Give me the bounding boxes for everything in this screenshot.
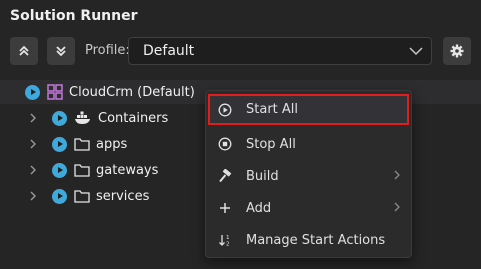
menu-item-label: Manage Start Actions (246, 232, 386, 248)
tree-item-label: services (96, 188, 150, 204)
tree-root-label: CloudCrm (Default) (69, 84, 195, 100)
chevron-down-icon (409, 47, 423, 56)
panel-title: Solution Runner (10, 8, 138, 24)
chevron-right-icon (394, 170, 400, 180)
svg-text:1: 1 (226, 235, 230, 241)
folder-icon (74, 190, 90, 203)
docker-icon (75, 111, 90, 124)
menu-item-stop-all[interactable]: Stop All (206, 128, 411, 160)
svg-text:2: 2 (226, 242, 230, 248)
plus-icon (220, 203, 230, 213)
menu-item-start-all[interactable]: Start All (208, 94, 409, 125)
chevron-right-icon[interactable] (27, 138, 39, 150)
tree-item-label: Containers (98, 110, 169, 126)
context-menu: Start All Stop All Build Add 1 2 Manage … (205, 90, 412, 258)
chevron-right-icon[interactable] (27, 112, 39, 124)
tree-item-label: gateways (96, 162, 159, 178)
play-icon[interactable] (52, 110, 67, 126)
profile-value: Default (143, 43, 195, 59)
collapse-all-button[interactable] (10, 37, 38, 65)
menu-item-add[interactable]: Add (206, 192, 411, 224)
menu-item-label: Stop All (246, 136, 296, 152)
play-icon[interactable] (52, 162, 67, 178)
chevrons-up-icon (19, 45, 29, 56)
chevron-right-icon[interactable] (27, 164, 39, 176)
profile-label: Profile: (85, 43, 130, 58)
chevron-right-icon[interactable] (27, 190, 39, 202)
menu-item-label: Start All (246, 102, 299, 117)
folder-icon (74, 164, 90, 177)
solution-icon (47, 84, 63, 100)
chevron-right-icon (394, 202, 400, 212)
toolbar: Profile: Default (10, 37, 472, 67)
menu-item-label: Build (246, 168, 279, 184)
hammer-icon (219, 169, 232, 183)
menu-item-manage-start-actions[interactable]: 1 2 Manage Start Actions (206, 224, 411, 256)
expand-all-button[interactable] (47, 37, 75, 65)
tree-item-label: apps (96, 136, 128, 152)
play-icon[interactable] (52, 136, 67, 152)
folder-icon (74, 138, 90, 151)
menu-item-label: Add (246, 200, 272, 216)
play-circle-icon (218, 103, 232, 116)
gear-icon (450, 44, 464, 58)
play-icon[interactable] (25, 84, 40, 100)
profile-select[interactable]: Default (128, 37, 432, 65)
sort-icon: 1 2 (219, 235, 230, 248)
play-icon[interactable] (52, 188, 67, 204)
chevrons-down-icon (56, 46, 66, 57)
menu-item-build[interactable]: Build (206, 160, 411, 192)
stop-circle-icon (218, 137, 232, 151)
settings-button[interactable] (443, 37, 471, 65)
